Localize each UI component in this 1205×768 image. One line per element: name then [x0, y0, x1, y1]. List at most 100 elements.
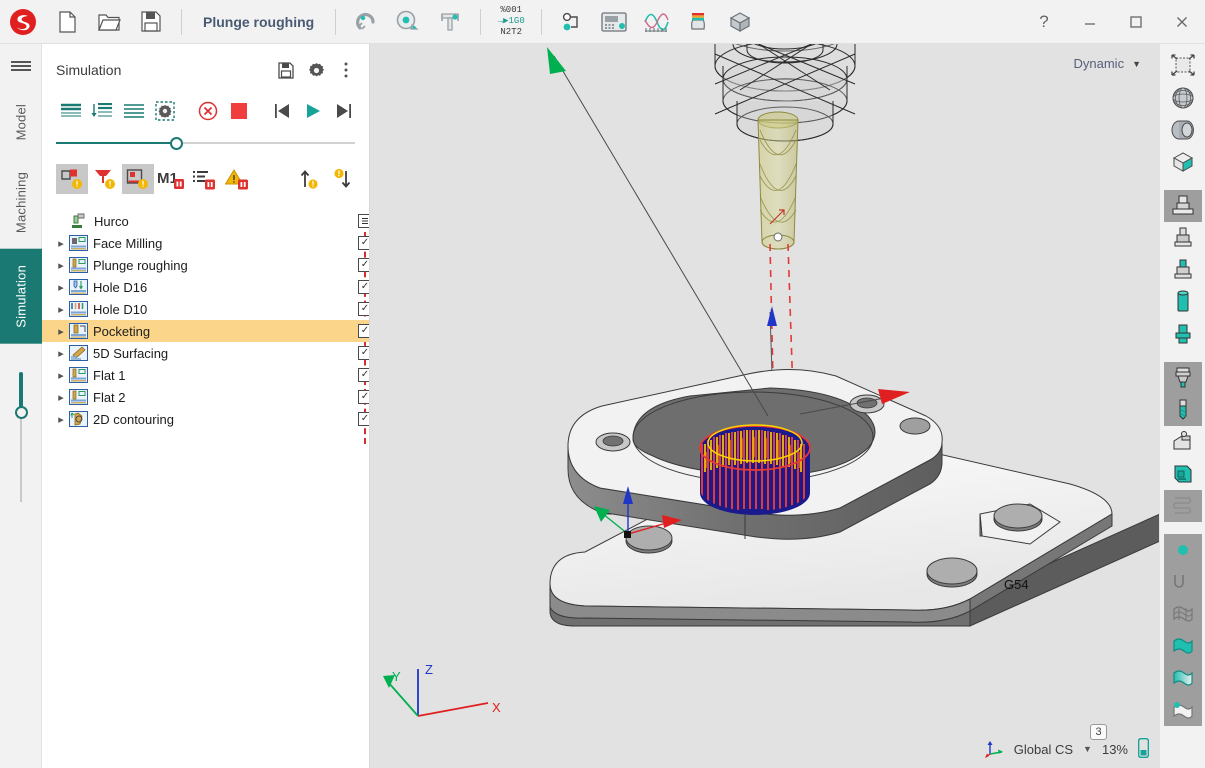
tree-caret[interactable]: ▸	[54, 369, 68, 382]
section-cube-icon[interactable]	[1164, 146, 1202, 178]
tree-caret[interactable]: ▸	[54, 281, 68, 294]
stock-warning-icon[interactable]	[56, 164, 88, 194]
hamburger-menu-icon[interactable]	[0, 44, 42, 88]
view-mode-dropdown[interactable]: Dynamic ▼	[1066, 52, 1150, 75]
fit-to-view-icon[interactable]	[1164, 50, 1202, 82]
mesh-surface-icon[interactable]	[1163, 598, 1202, 630]
tree-caret[interactable]: ▸	[54, 347, 68, 360]
stop-square-icon[interactable]	[224, 96, 253, 126]
minimize-button[interactable]	[1067, 0, 1113, 44]
tree-item-pocketing[interactable]: ▸ Pocketing ✓	[42, 320, 369, 342]
nc-code-icon[interactable]: %001 →▶1G0 N2T2	[490, 0, 532, 44]
machine-warning-icon[interactable]	[122, 164, 154, 194]
rail-tab-model[interactable]: Model	[0, 88, 42, 156]
rail-tab-simulation[interactable]: Simulation	[0, 249, 42, 345]
lines-step-icon[interactable]	[87, 96, 116, 126]
tree-item-2d-contouring[interactable]: ▸ 2D contouring ✓	[42, 408, 369, 430]
node-link-icon[interactable]	[551, 0, 593, 44]
arrow-down-warning-icon[interactable]	[327, 164, 359, 194]
control-panel-icon[interactable]	[593, 0, 635, 44]
spindle-head-icon[interactable]	[1164, 222, 1202, 254]
m1-pause-icon[interactable]: M1	[155, 164, 187, 194]
tree-item-flat-1[interactable]: ▸ Flat 1 ✓	[42, 364, 369, 386]
endmill-icon[interactable]	[1163, 394, 1202, 426]
tool-assembly-icon[interactable]	[1163, 362, 1202, 394]
tree-item-checkbox[interactable]: ✓	[358, 324, 369, 338]
wireframe-sphere-icon[interactable]	[1164, 82, 1202, 114]
lines-continuous-icon[interactable]	[119, 96, 148, 126]
help-button[interactable]: ?	[1021, 0, 1067, 44]
surface-filled-icon[interactable]	[1163, 630, 1202, 662]
3d-viewport[interactable]: Z X Y G54 Dynamic ▼ Global CS ▼ 13% 3	[370, 44, 1159, 768]
simulation-progress-slider[interactable]	[56, 136, 355, 150]
new-document-button[interactable]	[46, 0, 88, 44]
panel-settings-button[interactable]	[301, 56, 331, 84]
magnet-icon[interactable]	[345, 0, 387, 44]
arrow-up-warning-icon[interactable]	[294, 164, 326, 194]
coordinate-system-value[interactable]: Global CS	[1014, 742, 1073, 757]
lines-block-icon[interactable]	[56, 96, 85, 126]
table-icon[interactable]	[1164, 458, 1202, 490]
rail-tab-machining[interactable]: Machining	[0, 156, 42, 249]
rail-zoom-slider[interactable]	[0, 372, 42, 503]
tape-measure-icon[interactable]	[387, 0, 429, 44]
toolpath-icon[interactable]	[1163, 490, 1202, 522]
tree-caret[interactable]: ▸	[54, 413, 68, 426]
tree-item-checkbox[interactable]: ✓	[358, 280, 369, 294]
coordinate-system-chevron-icon[interactable]: ▼	[1083, 744, 1092, 754]
tree-caret[interactable]: ▸	[54, 391, 68, 404]
dashed-gear-icon[interactable]	[150, 96, 179, 126]
curve-icon[interactable]	[1163, 566, 1202, 598]
tree-item-checkbox[interactable]: ✓	[358, 258, 369, 272]
list-pause-icon[interactable]	[188, 164, 220, 194]
tree-caret[interactable]: ▸	[54, 237, 68, 250]
part-cylinder-icon[interactable]	[1164, 318, 1202, 350]
tree-item-face-milling[interactable]: ▸ Face Milling ✓	[42, 232, 369, 254]
skip-next-icon[interactable]	[330, 96, 359, 126]
tree-item-plunge-roughing[interactable]: ▸ Plunge roughing ✓	[42, 254, 369, 276]
point-dot-icon[interactable]	[1163, 534, 1202, 566]
stock-box-icon[interactable]	[719, 0, 761, 44]
progress-slider-knob[interactable]	[169, 137, 183, 150]
fixture-warning-icon[interactable]	[89, 164, 121, 194]
surface-point-icon[interactable]	[1163, 694, 1202, 726]
tree-item-flat-2[interactable]: ▸ Flat 2 ✓	[42, 386, 369, 408]
close-button[interactable]	[1159, 0, 1205, 44]
surface-shaded-icon[interactable]	[1163, 662, 1202, 694]
tree-item-checkbox[interactable]: ✓	[358, 412, 369, 426]
fixture-icon[interactable]	[1164, 426, 1202, 458]
material-stack-icon[interactable]	[677, 0, 719, 44]
tree-item-5d-surfacing[interactable]: ▸ 5D Surfacing ✓	[42, 342, 369, 364]
skip-previous-icon[interactable]	[267, 96, 296, 126]
tree-caret[interactable]: ▸	[54, 303, 68, 316]
stock-cylinder-icon[interactable]	[1164, 286, 1202, 318]
maximize-button[interactable]	[1113, 0, 1159, 44]
tree-item-checkbox[interactable]: ✓	[358, 236, 369, 250]
feed-graph-icon[interactable]	[635, 0, 677, 44]
open-document-button[interactable]	[88, 0, 130, 44]
tree-item-checkbox[interactable]: ✓	[358, 346, 369, 360]
save-document-button[interactable]	[130, 0, 172, 44]
tree-root-doc-icon[interactable]	[358, 214, 369, 228]
tree-item-checkbox[interactable]: ✓	[358, 368, 369, 382]
tree-root-hurco[interactable]: Hurco	[42, 210, 369, 232]
cancel-circle-icon[interactable]	[193, 96, 222, 126]
machine-body-icon[interactable]	[1163, 190, 1202, 222]
tree-caret[interactable]: ▸	[54, 259, 68, 272]
panel-more-button[interactable]	[331, 56, 361, 84]
tree-item-hole-d16[interactable]: ▸ Hole D16 ✓	[42, 276, 369, 298]
caliper-icon[interactable]	[429, 0, 471, 44]
zoom-level-value[interactable]: 13%	[1102, 742, 1128, 757]
operation-tree[interactable]: Hurco ▸ Face Milling ✓ ▸ Plunge roughing…	[42, 204, 369, 768]
tree-caret[interactable]: ▸	[54, 325, 68, 338]
zoom-bar-icon[interactable]	[1137, 737, 1150, 761]
rail-slider-knob[interactable]	[14, 406, 28, 420]
tree-item-checkbox[interactable]: ✓	[358, 390, 369, 404]
play-icon[interactable]	[298, 96, 327, 126]
tool-holder-icon[interactable]	[1164, 254, 1202, 286]
tree-item-hole-d10[interactable]: ▸ Hole D10 ✓	[42, 298, 369, 320]
tree-item-checkbox[interactable]: ✓	[358, 302, 369, 316]
warning-pause-icon[interactable]	[221, 164, 253, 194]
panel-save-button[interactable]	[271, 56, 301, 84]
shaded-solid-icon[interactable]	[1164, 114, 1202, 146]
